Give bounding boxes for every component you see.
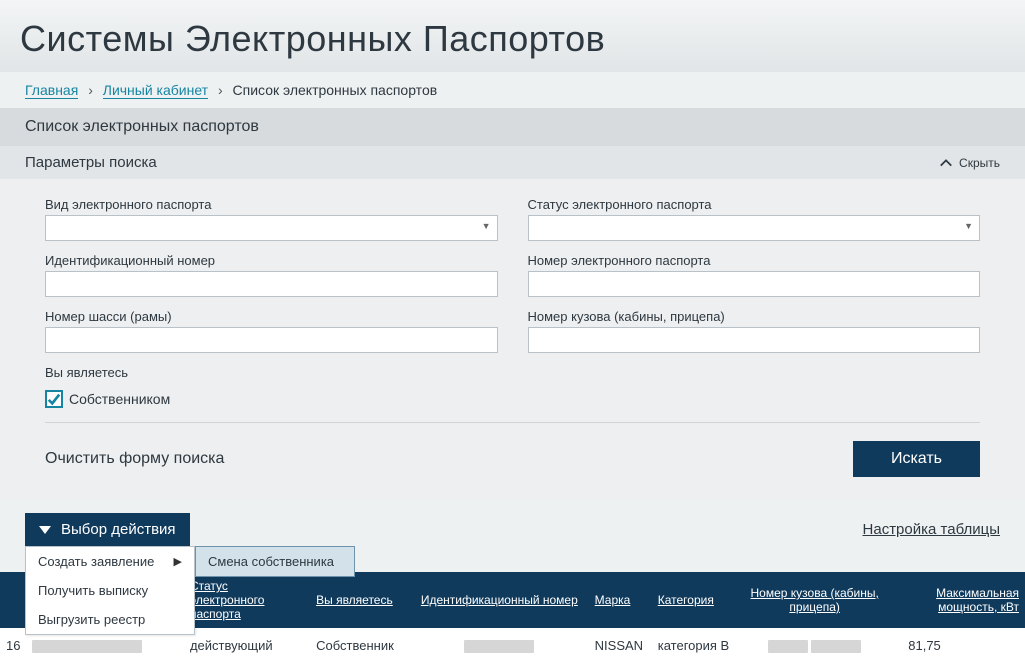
th-role[interactable]: Вы являетесь: [310, 572, 410, 628]
chevron-right-icon: ›: [218, 82, 223, 98]
th-power[interactable]: Максимальная мощность, кВт: [888, 572, 1025, 628]
action-dropdown: Создать заявление ▶ Получить выписку Выг…: [25, 546, 195, 635]
input-body-number[interactable]: [528, 327, 981, 353]
breadcrumb-current: Список электронных паспортов: [233, 82, 438, 98]
th-category[interactable]: Категория: [652, 572, 741, 628]
th-body[interactable]: Номер кузова (кабины, прицепа): [741, 572, 888, 628]
menu-item-label: Получить выписку: [38, 583, 148, 598]
input-ident-number[interactable]: [45, 271, 498, 297]
check-icon: [47, 392, 61, 406]
menu-create-application[interactable]: Создать заявление ▶: [26, 547, 194, 576]
action-submenu: Смена собственника: [195, 546, 355, 577]
label-passport-status: Статус электронного паспорта: [528, 197, 981, 212]
select-passport-type[interactable]: [45, 215, 498, 241]
action-select-button[interactable]: Выбор действия: [25, 513, 190, 546]
th-brand[interactable]: Марка: [589, 572, 652, 628]
label-chassis-number: Номер шасси (рамы): [45, 309, 498, 324]
select-passport-status[interactable]: [528, 215, 981, 241]
breadcrumb-cabinet[interactable]: Личный кабинет: [103, 82, 208, 99]
action-select-label: Выбор действия: [61, 521, 176, 538]
cell-role: Собственник: [310, 628, 410, 663]
label-body-number: Номер кузова (кабины, прицепа): [528, 309, 981, 324]
cell-idx: 16: [0, 628, 26, 663]
menu-export-registry[interactable]: Выгрузить реестр: [26, 605, 194, 634]
cell-ident: [410, 628, 589, 663]
label-you-are: Вы являетесь: [45, 365, 980, 380]
chevron-up-icon: [939, 156, 953, 170]
label-passport-type: Вид электронного паспорта: [45, 197, 498, 212]
search-button[interactable]: Искать: [853, 441, 980, 477]
cell-category: категория B: [652, 628, 741, 663]
app-title: Системы Электронных Паспортов: [0, 0, 1025, 72]
th-idx: [0, 572, 26, 628]
collapse-toggle[interactable]: Скрыть: [939, 156, 1000, 170]
chevron-right-icon: ›: [88, 82, 93, 98]
menu-get-extract[interactable]: Получить выписку: [26, 576, 194, 605]
chevron-right-icon: ▶: [174, 555, 182, 568]
collapse-label: Скрыть: [959, 156, 1000, 170]
form-actions: Очистить форму поиска Искать: [0, 423, 1025, 499]
cell-brand: NISSAN: [589, 628, 652, 663]
checkbox-owner-label: Собственником: [69, 391, 170, 407]
label-passport-number: Номер электронного паспорта: [528, 253, 981, 268]
search-form: Вид электронного паспорта Статус электро…: [0, 179, 1025, 423]
breadcrumb: Главная › Личный кабинет › Список электр…: [0, 72, 1025, 108]
cell-body: [741, 628, 888, 663]
label-ident-number: Идентификационный номер: [45, 253, 498, 268]
submenu-change-owner[interactable]: Смена собственника: [196, 547, 354, 576]
th-ident[interactable]: Идентификационный номер: [410, 572, 589, 628]
table-settings-link[interactable]: Настройка таблицы: [863, 521, 1000, 538]
params-title: Параметры поиска: [25, 154, 157, 171]
input-chassis-number[interactable]: [45, 327, 498, 353]
menu-item-label: Создать заявление: [38, 554, 154, 569]
breadcrumb-home[interactable]: Главная: [25, 82, 78, 99]
cell-status: действующий: [184, 628, 310, 663]
cell-power: 81,75: [888, 628, 1025, 663]
search-params-header: Параметры поиска Скрыть: [0, 146, 1025, 179]
triangle-down-icon: [39, 524, 51, 536]
menu-item-label: Выгрузить реестр: [38, 612, 145, 627]
th-status[interactable]: Статус электронного паспорта: [184, 572, 310, 628]
input-passport-number[interactable]: [528, 271, 981, 297]
checkbox-owner[interactable]: [45, 390, 63, 408]
section-title: Список электронных паспортов: [0, 108, 1025, 146]
clear-form-link[interactable]: Очистить форму поиска: [45, 450, 224, 468]
table-toolbar: Выбор действия Настройка таблицы Создать…: [0, 513, 1025, 546]
